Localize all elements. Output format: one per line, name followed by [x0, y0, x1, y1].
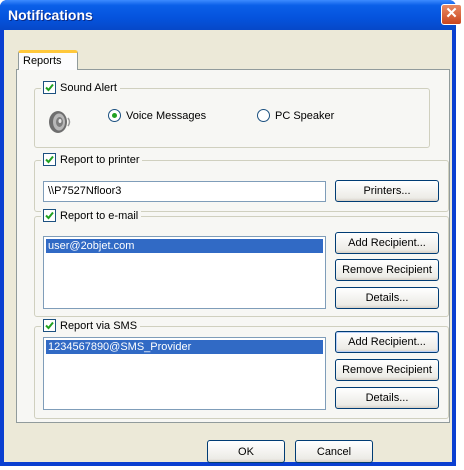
tab-reports[interactable]: Reports: [18, 50, 78, 70]
sms-add-recipient-button[interactable]: Add Recipient...: [335, 331, 439, 353]
sms-label: Report via SMS: [60, 319, 138, 332]
close-icon: ✕: [445, 5, 458, 22]
sms-legend: Report via SMS: [41, 319, 141, 332]
speaker-icon: [46, 108, 74, 136]
printer-checkbox[interactable]: [43, 153, 56, 166]
email-details-button[interactable]: Details...: [335, 287, 439, 309]
voice-messages-label: Voice Messages: [126, 109, 207, 122]
sms-recipient-list[interactable]: 1234567890@SMS_Provider: [43, 337, 326, 410]
window-title: Notifications: [8, 7, 93, 23]
email-add-recipient-label: Add Recipient...: [348, 237, 426, 249]
tab-label: Reports: [23, 55, 62, 67]
sound-alert-legend: Sound Alert: [41, 81, 120, 94]
email-checkbox[interactable]: [43, 209, 56, 222]
printers-button-label: Printers...: [363, 185, 411, 197]
printer-legend: Report to printer: [41, 153, 143, 166]
ok-button[interactable]: OK: [207, 440, 285, 463]
email-label: Report to e-mail: [60, 209, 139, 222]
voice-messages-option[interactable]: Voice Messages: [108, 109, 206, 122]
sound-alert-label: Sound Alert: [60, 81, 117, 94]
checkmark-icon: [45, 321, 54, 330]
ok-button-label: OK: [238, 445, 254, 458]
sms-details-button[interactable]: Details...: [335, 387, 439, 409]
cancel-button-label: Cancel: [316, 445, 352, 458]
printer-label: Report to printer: [60, 153, 140, 166]
cancel-button[interactable]: Cancel: [295, 440, 373, 463]
checkmark-icon: [45, 155, 54, 164]
sound-alert-checkbox[interactable]: [43, 81, 56, 94]
printers-button[interactable]: Printers...: [335, 180, 439, 202]
sms-details-label: Details...: [365, 392, 409, 404]
email-remove-recipient-label: Remove Recipient: [342, 264, 432, 276]
sms-remove-recipient-label: Remove Recipient: [342, 364, 432, 376]
email-recipient-list[interactable]: user@2objet.com: [43, 236, 326, 309]
printer-path-value: \\P7527Nfloor3: [48, 185, 122, 197]
email-remove-recipient-button[interactable]: Remove Recipient: [335, 259, 439, 281]
sms-checkbox[interactable]: [43, 319, 56, 332]
reports-panel: Sound Alert Voice Messages PC Speaker Re…: [16, 69, 450, 423]
pc-speaker-radio[interactable]: [257, 109, 270, 122]
email-add-recipient-button[interactable]: Add Recipient...: [335, 232, 439, 254]
pc-speaker-option[interactable]: PC Speaker: [257, 109, 334, 122]
printer-path-field[interactable]: \\P7527Nfloor3: [43, 181, 326, 202]
sms-remove-recipient-button[interactable]: Remove Recipient: [335, 359, 439, 381]
list-item[interactable]: user@2objet.com: [46, 239, 323, 253]
list-item[interactable]: 1234567890@SMS_Provider: [46, 340, 323, 354]
email-legend: Report to e-mail: [41, 209, 142, 222]
sound-alert-group: [34, 88, 430, 148]
sms-add-recipient-label: Add Recipient...: [348, 336, 426, 348]
checkmark-icon: [45, 211, 54, 220]
pc-speaker-label: PC Speaker: [275, 109, 335, 122]
close-button[interactable]: ✕: [441, 4, 462, 25]
checkmark-icon: [45, 83, 54, 92]
voice-messages-radio[interactable]: [108, 109, 121, 122]
email-details-label: Details...: [365, 292, 409, 304]
